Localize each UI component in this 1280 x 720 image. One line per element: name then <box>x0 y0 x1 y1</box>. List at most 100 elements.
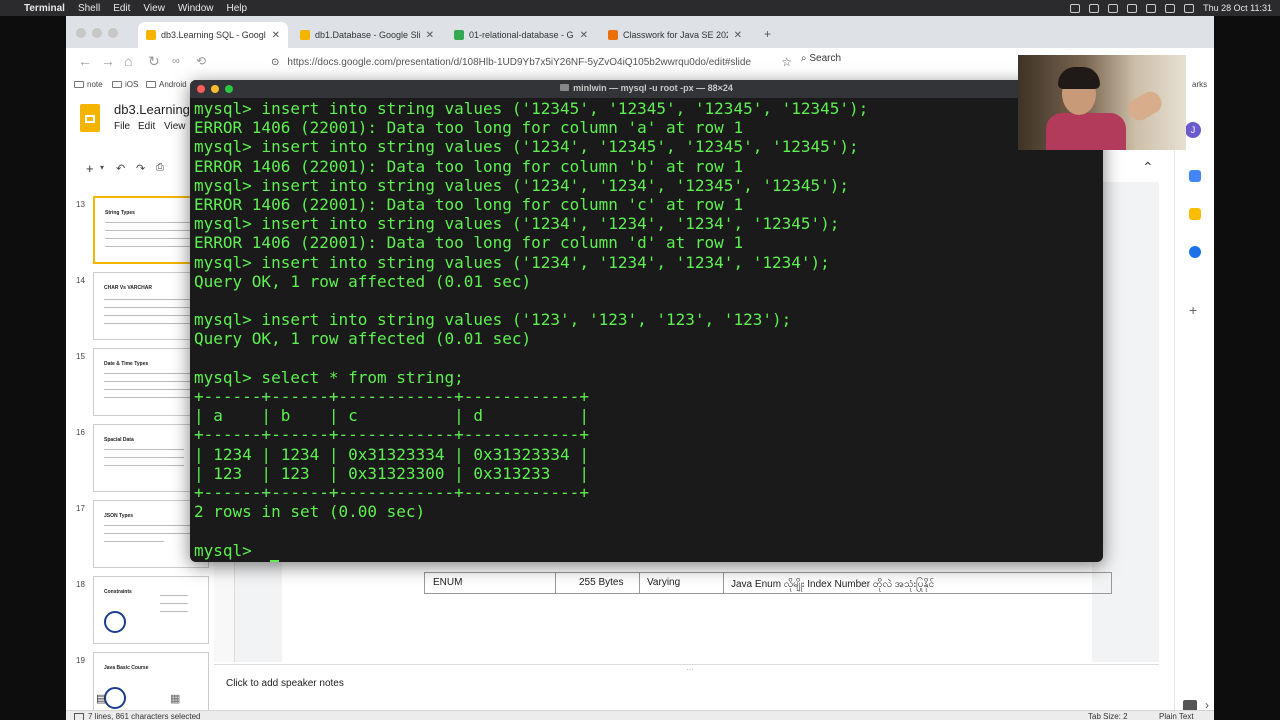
browser-tab[interactable]: db1.Database - Google Slides ✕ <box>292 22 442 48</box>
thumbnail-title: Java Basic Course <box>104 665 149 671</box>
presenter-hair <box>1058 67 1100 89</box>
sidebar-toggle-icon[interactable] <box>74 713 84 720</box>
menu-shell[interactable]: Shell <box>78 3 100 14</box>
terminal-line: | a | b | c | d | <box>194 406 589 426</box>
home-icon[interactable]: ⌂ <box>124 53 132 69</box>
calendar-icon[interactable] <box>1189 170 1201 182</box>
clock[interactable]: Thu 28 Oct 11:31 <box>1203 3 1272 13</box>
menu-window[interactable]: Window <box>178 3 214 14</box>
bookmark-folder[interactable]: note <box>74 80 103 89</box>
bookmark-label: note <box>87 80 103 89</box>
terminal-prompt[interactable]: mysql> <box>194 541 261 560</box>
dropbox-icon[interactable] <box>1070 3 1081 13</box>
slide-thumbnail[interactable]: Constraints <box>93 576 209 644</box>
terminal-line: ERROR 1406 (22001): Data too long for co… <box>194 118 744 138</box>
wifi-icon[interactable] <box>1165 3 1176 13</box>
menu-edit[interactable]: Edit <box>113 3 130 14</box>
bookmark-folder[interactable]: Android <box>146 80 187 89</box>
forward-icon[interactable]: → <box>101 53 115 69</box>
tab-label: db3.Learning SQL - Google Slides <box>161 30 266 40</box>
chevron-down-icon[interactable]: ▾ <box>100 163 104 172</box>
window-minimize-button[interactable] <box>92 28 102 38</box>
address-bar[interactable]: ⊙ https://docs.google.com/presentation/d… <box>271 52 951 72</box>
display-icon[interactable] <box>1089 3 1100 13</box>
terminal-output[interactable]: mysql> insert into string values ('12345… <box>194 99 1099 562</box>
terminal-window[interactable]: minlwin — mysql -u root -px — 88×24 mysq… <box>190 80 1103 562</box>
cell-divider <box>639 573 640 593</box>
keyboard-icon[interactable] <box>1108 3 1119 13</box>
menu-help[interactable]: Help <box>227 3 248 14</box>
keep-icon[interactable] <box>1189 208 1201 220</box>
spotlight-icon[interactable] <box>1184 3 1195 13</box>
avatar[interactable]: J <box>1185 122 1201 138</box>
bookmark-star-icon[interactable]: ☆ <box>781 55 792 69</box>
table-cell: ENUM <box>433 577 463 588</box>
thumbnail-line <box>105 238 195 239</box>
thumbnail-title: Date & Time Types <box>104 361 149 367</box>
close-tab-icon[interactable]: ✕ <box>426 30 434 41</box>
window-close-button[interactable] <box>76 28 86 38</box>
resize-handle-icon[interactable]: ⋯ <box>686 665 694 674</box>
thumbnail-line <box>104 307 194 308</box>
terminal-titlebar[interactable]: minlwin — mysql -u root -px — 88×24 <box>190 80 1103 98</box>
terminal-line: | 1234 | 1234 | 0x31323334 | 0x31323334 … <box>194 444 589 464</box>
webcam-overlay <box>1018 55 1186 150</box>
filmstrip-view-icon[interactable]: ▤ <box>96 692 106 705</box>
close-tab-icon[interactable]: ✕ <box>734 30 742 41</box>
menu-view[interactable]: View <box>143 3 165 14</box>
bookmark-folder[interactable]: iOS <box>112 80 138 89</box>
desktop-left-margin <box>0 16 66 720</box>
tab-size-status[interactable]: Tab Size: 2 <box>1088 712 1128 720</box>
grid-view-icon[interactable]: ▦ <box>170 692 180 705</box>
thumbnail-line <box>104 465 184 466</box>
history-icon[interactable]: ⟲ <box>196 54 206 68</box>
thumbnail-number: 17 <box>76 504 85 513</box>
chevron-up-icon[interactable]: ⌃ <box>1142 159 1154 176</box>
slides-menu-view[interactable]: View <box>164 121 186 132</box>
window-zoom-button[interactable] <box>108 28 118 38</box>
thumbnail-title: String Types <box>105 210 135 216</box>
presenter-body <box>1046 113 1126 150</box>
battery-icon[interactable] <box>1146 3 1157 13</box>
slides-menu-edit[interactable]: Edit <box>138 121 155 132</box>
volume-icon[interactable] <box>1127 3 1138 13</box>
extensions-icon[interactable]: ∞ <box>172 55 180 67</box>
print-icon[interactable]: ⎙ <box>156 162 164 173</box>
close-tab-icon[interactable]: ✕ <box>580 30 588 41</box>
close-tab-icon[interactable]: ✕ <box>272 30 280 41</box>
undo-icon[interactable]: ↶ <box>116 162 125 175</box>
google-slides-logo-icon[interactable] <box>80 104 100 132</box>
syntax-mode-status[interactable]: Plain Text <box>1159 712 1194 720</box>
table-row[interactable]: ENUM 255 Bytes Varying Java Enum လိုမျို… <box>424 572 1112 594</box>
back-icon[interactable]: ← <box>78 53 92 69</box>
thumbnail-title: Spacial Data <box>104 437 134 443</box>
add-addon-icon[interactable]: + <box>1189 302 1197 318</box>
search-button[interactable]: ⌕ Search <box>801 53 841 64</box>
slides-menu-file[interactable]: File <box>114 121 130 132</box>
tasks-icon[interactable] <box>1189 246 1201 258</box>
thumbnail-line <box>160 603 188 604</box>
terminal-line: +------+------+------------+------------… <box>194 425 589 445</box>
terminal-title: minlwin — mysql -u root -px — 88×24 <box>190 83 1103 93</box>
status-bar: 7 lines, 861 characters selected Tab Siz… <box>66 710 1214 720</box>
redo-icon[interactable]: ↷ <box>136 162 145 175</box>
terminal-line: Query OK, 1 row affected (0.01 sec) <box>194 271 532 291</box>
url-text[interactable]: https://docs.google.com/presentation/d/1… <box>287 57 777 68</box>
menu-app-name[interactable]: Terminal <box>24 3 65 14</box>
reload-icon[interactable]: ↻ <box>148 53 160 70</box>
lock-icon[interactable]: ⊙ <box>271 57 279 68</box>
browser-tab[interactable]: db3.Learning SQL - Google Slides ✕ <box>138 22 288 48</box>
browser-tab[interactable]: Classwork for Java SE 2021-08 ✕ <box>600 22 750 48</box>
table-cell: 255 Bytes <box>579 577 624 588</box>
new-tab-icon[interactable]: + <box>764 27 771 41</box>
thumbnail-line <box>105 246 195 247</box>
speaker-notes-placeholder[interactable]: Click to add speaker notes <box>226 678 344 689</box>
terminal-line: ERROR 1406 (22001): Data too long for co… <box>194 233 744 253</box>
other-bookmarks[interactable]: arks <box>1192 80 1207 89</box>
new-slide-icon[interactable]: + <box>86 161 94 176</box>
thumbnail-title: CHAR Vs VARCHAR <box>104 285 152 291</box>
browser-tab[interactable]: 01-relational-database - Google Drive ✕ <box>446 22 596 48</box>
speaker-notes[interactable]: Click to add speaker notes ⋯ <box>214 664 1159 711</box>
terminal-line: mysql> insert into string values ('1234'… <box>194 214 840 234</box>
slides-favicon-icon <box>300 30 310 40</box>
